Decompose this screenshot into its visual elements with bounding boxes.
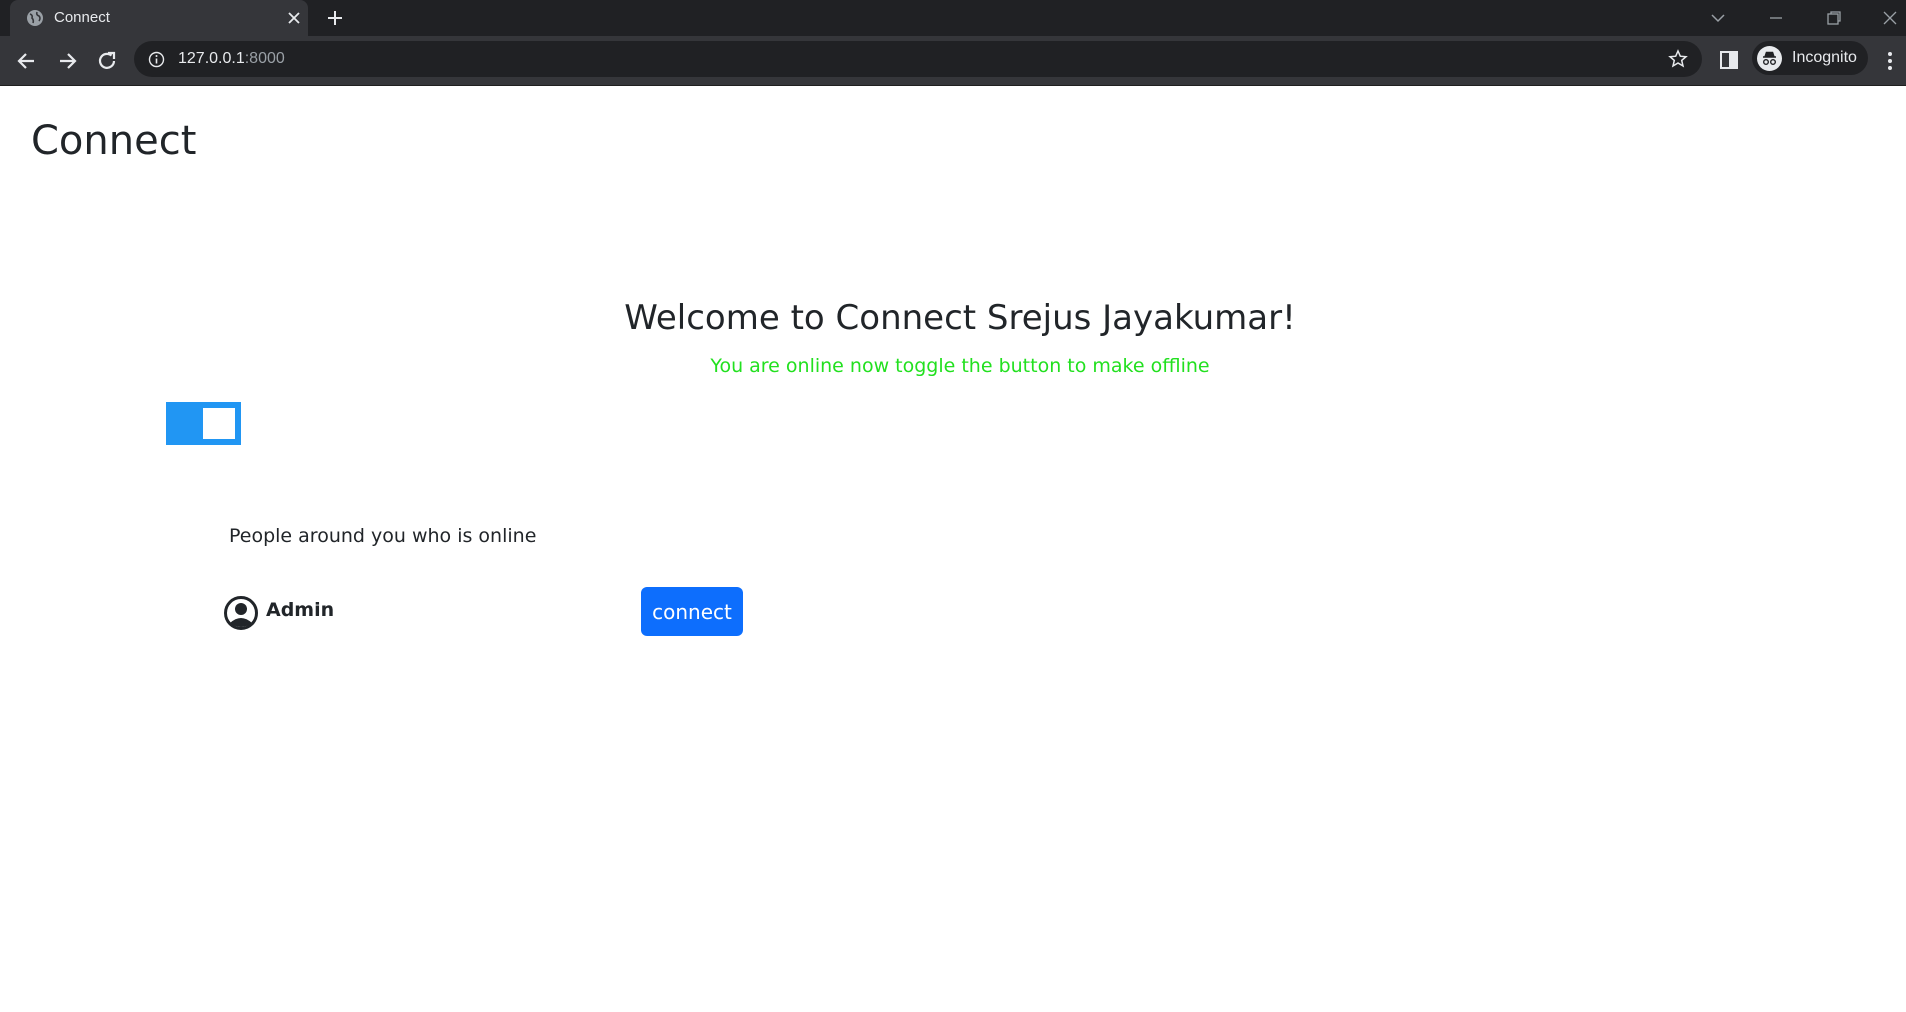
browser-toolbar: 127.0.0.1:8000 Incognito [0,36,1906,86]
minimize-icon[interactable] [1764,6,1788,30]
tab-search-icon[interactable] [1706,6,1730,30]
more-menu-icon[interactable] [1882,49,1898,73]
url-host: 127.0.0.1 [178,50,245,67]
online-toggle-switch[interactable] [166,402,241,445]
browser-tab[interactable]: Connect [10,0,308,36]
address-bar[interactable]: 127.0.0.1:8000 [134,41,1702,77]
new-tab-icon[interactable] [325,8,345,28]
incognito-icon [1757,46,1782,71]
welcome-heading: Welcome to Connect Srejus Jayakumar! [624,298,1296,338]
back-arrow-icon[interactable] [14,48,40,74]
restore-icon[interactable] [1822,6,1846,30]
tab-title: Connect [54,9,110,26]
forward-arrow-icon[interactable] [54,48,80,74]
tab-strip: Connect [0,0,1906,36]
url-text: 127.0.0.1:8000 [178,50,285,68]
bookmark-star-icon[interactable] [1668,49,1688,69]
info-icon[interactable] [148,51,165,68]
incognito-profile-button[interactable]: Incognito [1752,41,1868,75]
user-name: Admin [266,599,335,621]
close-tab-icon[interactable] [286,10,302,26]
site-brand[interactable]: Connect [31,118,196,164]
people-section-title: People around you who is online [229,525,537,547]
reload-icon[interactable] [94,48,120,74]
user-avatar-icon [224,596,258,630]
profile-label: Incognito [1792,49,1857,66]
connect-button[interactable]: connect [641,587,743,636]
side-panel-icon[interactable] [1718,49,1740,71]
toggle-knob [203,408,235,439]
online-status-text: You are online now toggle the button to … [710,355,1210,377]
close-window-icon[interactable] [1878,6,1902,30]
globe-icon [27,10,43,26]
url-port: :8000 [244,50,285,67]
